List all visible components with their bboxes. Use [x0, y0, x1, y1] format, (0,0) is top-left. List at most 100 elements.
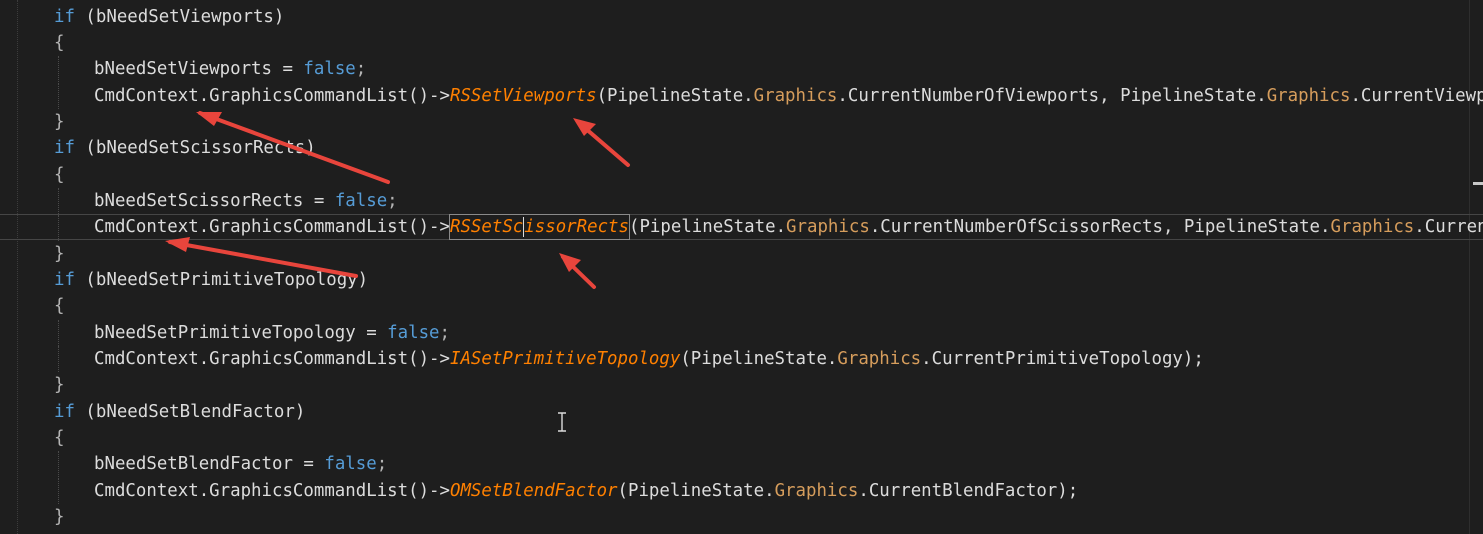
token-mem: Graphics — [1266, 85, 1351, 106]
code-text: if (bNeedSetScissorRects) — [54, 135, 316, 161]
code-text: { — [54, 293, 64, 319]
code-text: bNeedSetViewports = false; — [94, 56, 366, 82]
code-line[interactable]: if (bNeedSetBlendFactor) — [0, 399, 1483, 425]
token-punc: } — [54, 243, 65, 264]
code-text: if (bNeedSetViewports) — [54, 4, 284, 30]
code-text: bNeedSetBlendFactor = false; — [94, 451, 387, 477]
token-ident: bNeedSetBlendFactor = — [94, 454, 325, 475]
token-ident: .CurrentNumberOfViewports, PipelineState… — [837, 85, 1267, 106]
token-kw: false — [387, 322, 440, 343]
token-kw: if — [54, 401, 75, 422]
token-punc: ; — [387, 190, 398, 211]
code-line[interactable]: if (bNeedSetViewports) — [0, 4, 1483, 30]
code-line[interactable]: CmdContext.GraphicsCommandList()->OMSetB… — [0, 477, 1483, 504]
code-editor[interactable]: if (bNeedSetViewports){bNeedSetViewports… — [0, 0, 1483, 534]
token-mem: Graphics — [786, 217, 870, 238]
token-ident: .CurrentViewports); — [1350, 85, 1483, 106]
code-text: } — [54, 241, 64, 267]
indent-guide — [58, 319, 59, 346]
token-fn: RSSetViewports — [449, 85, 597, 106]
indent-guide — [58, 56, 59, 83]
token-punc: { — [54, 164, 65, 185]
token-punc: } — [54, 375, 65, 396]
token-mem: Graphics — [1330, 217, 1415, 238]
indent-guide — [58, 187, 59, 214]
code-text: CmdContext.GraphicsCommandList()->RSSetS… — [94, 214, 1483, 241]
code-line[interactable]: CmdContext.GraphicsCommandList()->RSSetV… — [0, 82, 1483, 109]
code-line[interactable]: { — [0, 425, 1483, 451]
code-line[interactable]: bNeedSetBlendFactor = false; — [0, 451, 1483, 478]
token-kw: if — [54, 138, 75, 159]
token-mem: Graphics — [774, 480, 859, 501]
token-punc: { — [54, 32, 65, 53]
token-kw: false — [303, 59, 356, 80]
token-ident: (PipelineState. — [617, 480, 775, 501]
token-ident: .CurrentScissorRects); — [1414, 217, 1483, 238]
token-ident: .CurrentNumberOfScissorRects, PipelineSt… — [869, 217, 1331, 238]
token-punc: ; — [376, 454, 388, 475]
code-text: if (bNeedSetPrimitiveTopology) — [54, 267, 368, 293]
code-line[interactable]: { — [0, 30, 1483, 56]
code-line[interactable]: CmdContext.GraphicsCommandList()->IASetP… — [0, 346, 1483, 373]
code-text: { — [54, 425, 64, 451]
token-ident: (PipelineState. — [596, 85, 754, 106]
code-line[interactable]: bNeedSetViewports = false; — [0, 56, 1483, 83]
text-caret — [523, 217, 525, 238]
token-ident: bNeedSetScissorRects = — [94, 190, 335, 211]
indent-guide — [58, 215, 59, 242]
indent-guide — [58, 477, 59, 504]
token-ident: CmdContext.GraphicsCommandList()-> — [94, 85, 450, 106]
code-text: CmdContext.GraphicsCommandList()->OMSetB… — [94, 478, 1078, 504]
code-line[interactable]: } — [0, 504, 1483, 530]
code-text: CmdContext.GraphicsCommandList()->RSSetV… — [94, 83, 1483, 109]
code-line[interactable]: } — [0, 241, 1483, 267]
code-text: bNeedSetScissorRects = false; — [94, 188, 398, 214]
token-kw: false — [324, 454, 377, 475]
token-ident: .CurrentBlendFactor); — [858, 480, 1079, 501]
token-ident: bNeedSetPrimitiveTopology = — [94, 322, 388, 343]
token-function-selected: RSSetScissorRects — [448, 214, 630, 241]
code-text: } — [54, 372, 64, 398]
indent-guide — [58, 346, 59, 373]
token-punc: ; — [355, 59, 367, 80]
token-kw: if — [54, 6, 75, 27]
token-fn: OMSetBlendFactor — [449, 480, 618, 501]
code-line[interactable]: { — [0, 293, 1483, 319]
token-punc: } — [54, 111, 65, 132]
ibeam-cursor-icon — [558, 412, 566, 432]
code-text: CmdContext.GraphicsCommandList()->IASetP… — [94, 346, 1204, 372]
code-text: } — [54, 109, 64, 135]
code-line[interactable]: } — [0, 109, 1483, 135]
code-text: { — [54, 30, 64, 56]
token-ident: (bNeedSetPrimitiveTopology) — [74, 270, 369, 290]
token-ident: .CurrentPrimitiveTopology); — [921, 349, 1204, 370]
code-line[interactable]: if (bNeedSetPrimitiveTopology) — [0, 267, 1483, 293]
indent-guide — [58, 451, 59, 478]
token-punc: { — [54, 428, 65, 449]
token-punc: ; — [439, 322, 451, 343]
token-punc: } — [54, 507, 65, 528]
token-ident: CmdContext.GraphicsCommandList()-> — [94, 349, 450, 370]
code-text: } — [54, 504, 64, 530]
token-ident: (bNeedSetBlendFactor) — [74, 401, 306, 422]
code-text: bNeedSetPrimitiveTopology = false; — [94, 320, 450, 346]
token-fn: IASetPrimitiveTopology — [449, 349, 681, 370]
code-line[interactable]: { — [0, 162, 1483, 188]
token-kw: if — [54, 270, 75, 290]
code-line-current[interactable]: CmdContext.GraphicsCommandList()->RSSetS… — [0, 214, 1483, 242]
token-ident: (PipelineState. — [680, 349, 838, 370]
code-text: { — [54, 162, 64, 188]
token-mem: Graphics — [837, 349, 922, 370]
token-ident: CmdContext.GraphicsCommandList()-> — [94, 217, 450, 238]
code-line[interactable]: if (bNeedSetScissorRects) — [0, 135, 1483, 161]
token-ident: CmdContext.GraphicsCommandList()-> — [94, 480, 450, 501]
code-text: if (bNeedSetBlendFactor) — [54, 399, 305, 425]
token-ident: bNeedSetViewports = — [94, 59, 304, 80]
token-punc: { — [54, 296, 65, 317]
code-line[interactable]: bNeedSetPrimitiveTopology = false; — [0, 319, 1483, 346]
token-ident: (bNeedSetScissorRects) — [74, 138, 316, 159]
code-line[interactable]: bNeedSetScissorRects = false; — [0, 187, 1483, 214]
token-ident: (bNeedSetViewports) — [74, 6, 285, 27]
code-line[interactable]: } — [0, 372, 1483, 398]
token-mem: Graphics — [753, 85, 838, 106]
